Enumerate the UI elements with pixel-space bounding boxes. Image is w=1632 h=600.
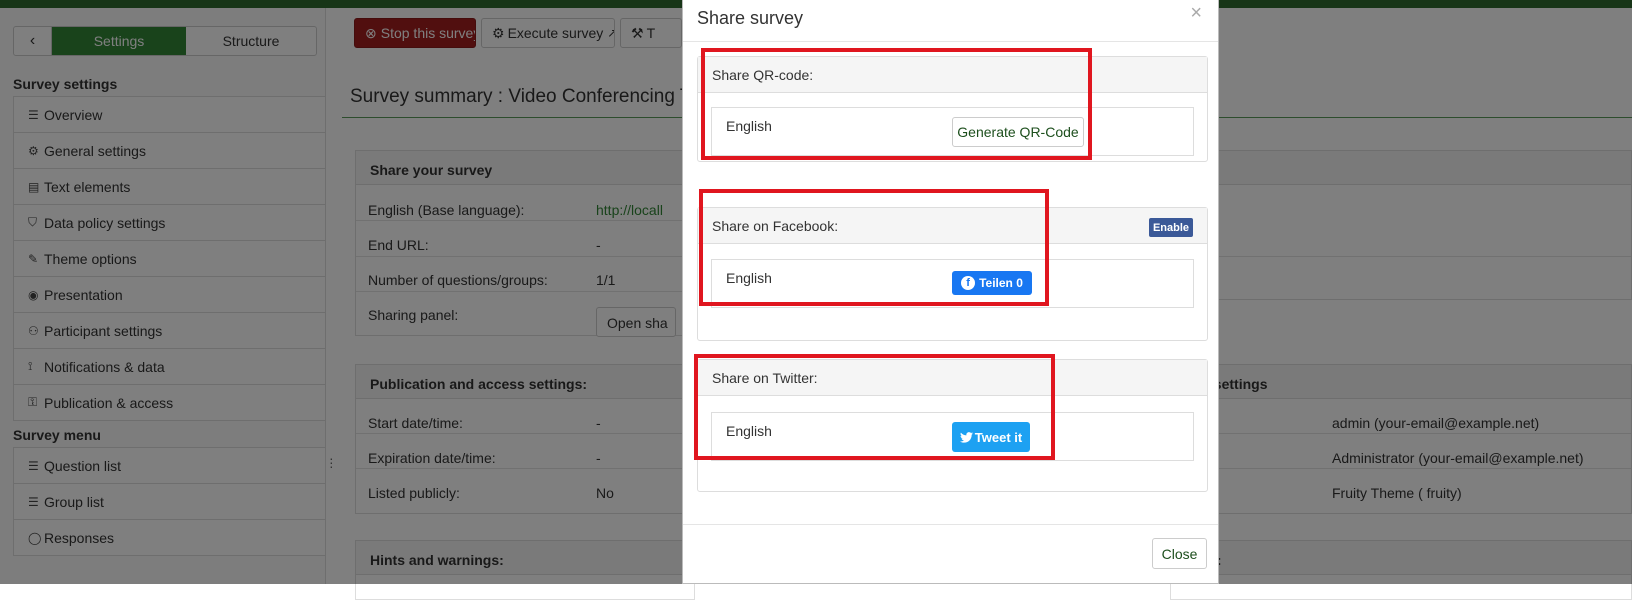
share-facebook-heading: Share on Facebook: Enable xyxy=(698,208,1207,244)
tweet-button[interactable]: Tweet it xyxy=(952,422,1030,452)
share-twitter-heading: Share on Twitter: xyxy=(698,360,1207,396)
facebook-icon: f xyxy=(961,276,976,290)
close-button[interactable]: Close xyxy=(1152,538,1207,569)
facebook-share-button[interactable]: f Teilen 0 xyxy=(952,271,1032,295)
share-qr-row: English Generate QR-Code xyxy=(711,107,1194,156)
share-facebook-row: English f Teilen 0 xyxy=(711,259,1194,308)
modal-title: Share survey xyxy=(697,8,804,28)
share-survey-modal: Share survey × Share QR-code: English Ge… xyxy=(682,0,1219,584)
share-facebook-panel: Share on Facebook: Enable English f Teil… xyxy=(697,207,1208,341)
share-twitter-panel: Share on Twitter: English Tweet it xyxy=(697,359,1208,492)
share-qr-heading: Share QR-code: xyxy=(698,57,1207,93)
twitter-bird-icon xyxy=(959,431,973,443)
close-icon[interactable]: × xyxy=(1190,2,1202,25)
qr-language-label: English xyxy=(726,118,772,134)
twitter-language-label: English xyxy=(726,423,772,439)
share-qr-panel: Share QR-code: English Generate QR-Code xyxy=(697,56,1208,162)
share-twitter-row: English Tweet it xyxy=(711,412,1194,461)
enable-facebook-button[interactable]: Enable xyxy=(1149,218,1193,237)
facebook-language-label: English xyxy=(726,270,772,286)
modal-header-divider xyxy=(683,41,1218,42)
modal-footer-divider xyxy=(683,524,1218,525)
generate-qr-code-button[interactable]: Generate QR-Code xyxy=(952,117,1084,147)
